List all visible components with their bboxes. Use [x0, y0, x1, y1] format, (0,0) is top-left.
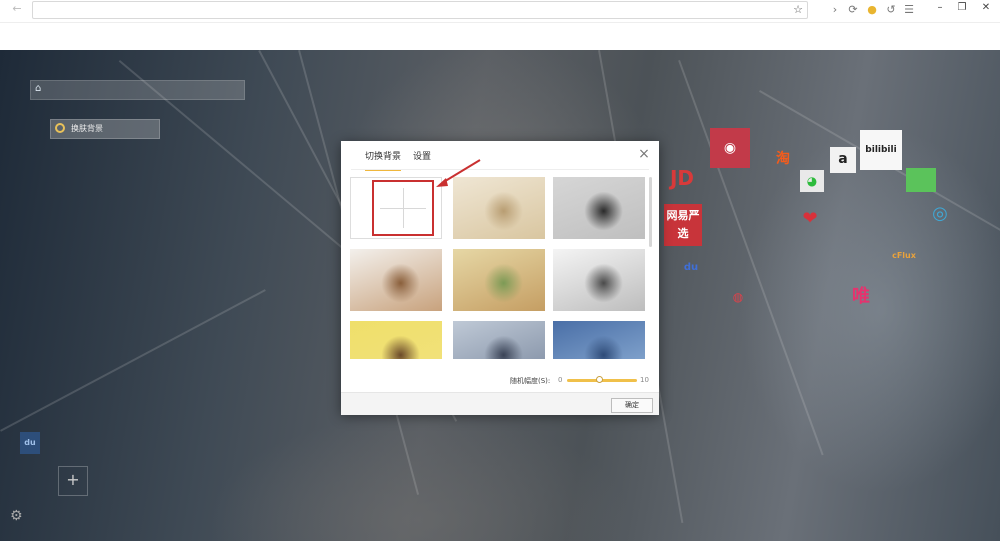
- switch-background-button[interactable]: 换肤背景: [50, 119, 160, 139]
- gear-icon[interactable]: ⚙: [10, 508, 28, 526]
- extension-icon[interactable]: ●: [865, 3, 879, 17]
- skin-icon: [55, 123, 65, 133]
- green-tile[interactable]: [906, 168, 936, 192]
- forward-icon[interactable]: ›: [828, 3, 842, 17]
- bilibili-tile[interactable]: bilibili: [860, 130, 902, 170]
- hair-strand: [0, 289, 266, 432]
- bookmark-bar: [0, 22, 1000, 52]
- random-range-label: 随机幅度(S):: [510, 377, 551, 385]
- add-custom-background-icon[interactable]: [372, 180, 434, 236]
- wechat-tile[interactable]: ◕: [800, 170, 824, 192]
- scrollbar[interactable]: [649, 177, 652, 247]
- tab-divider: [351, 169, 649, 170]
- random-range-slider[interactable]: [567, 376, 637, 383]
- home-icon: ⌂: [35, 83, 42, 94]
- baidu-tile[interactable]: du: [680, 258, 702, 278]
- thumb-yellow-cartoon[interactable]: [350, 321, 442, 359]
- tab-settings[interactable]: 设置: [413, 149, 431, 167]
- ok-button[interactable]: 确定: [611, 398, 653, 413]
- thumb-beach-woman[interactable]: [453, 177, 545, 239]
- star-icon[interactable]: ☆: [793, 3, 803, 16]
- switch-background-label: 换肤背景: [71, 124, 103, 133]
- background-dialog: 切换背景 设置 × 随机幅度(S): 0 10 确定: [341, 141, 659, 415]
- minimize-button[interactable]: –: [930, 1, 950, 15]
- weibo-tile[interactable]: ◍: [726, 286, 750, 308]
- undo-icon[interactable]: ↺: [884, 3, 898, 17]
- add-shortcut-button[interactable]: +: [58, 466, 88, 496]
- thumb-anime-girl[interactable]: [453, 321, 545, 359]
- browser-toolbar: ← ☆ › ⟳ ● ↺ ☰ – ❐ ✕: [0, 0, 1000, 22]
- restore-button[interactable]: ❐: [952, 1, 972, 15]
- search-box[interactable]: ⌂: [30, 80, 245, 100]
- thumb-singer-mic[interactable]: [350, 249, 442, 311]
- netease-yanxuan-tile[interactable]: 网易严选: [664, 204, 702, 246]
- left-du-tile[interactable]: du: [20, 432, 40, 454]
- thumb-blonde-woman[interactable]: [453, 249, 545, 311]
- close-window-button[interactable]: ✕: [976, 1, 996, 15]
- slider-handle[interactable]: [595, 376, 603, 383]
- close-icon[interactable]: ×: [637, 147, 651, 161]
- jd-tile[interactable]: JD: [664, 164, 700, 192]
- vip-tile[interactable]: 唯: [842, 280, 880, 314]
- tab-switch-background[interactable]: 切换背景: [365, 149, 402, 171]
- address-bar[interactable]: ☆: [32, 1, 808, 19]
- ctrip-tile[interactable]: cFlux: [884, 246, 924, 266]
- thumb-anime-sketch[interactable]: [553, 249, 645, 311]
- background-thumbnail-grid: [350, 177, 648, 359]
- amazon-tile[interactable]: a: [830, 147, 856, 173]
- dialog-footer: 确定: [341, 392, 659, 415]
- thumb-sea-sky[interactable]: [553, 321, 645, 359]
- menu-icon[interactable]: ☰: [902, 3, 916, 17]
- plus-vertical: [403, 188, 404, 228]
- slider-max-label: 10: [640, 376, 649, 384]
- back-icon[interactable]: ←: [10, 2, 24, 16]
- tmall-tile[interactable]: ◉: [710, 128, 750, 168]
- custom-upload-thumb[interactable]: [350, 177, 442, 239]
- slider-min-label: 0: [558, 376, 563, 384]
- circle-tile[interactable]: ◎: [928, 202, 952, 226]
- lips-tile[interactable]: ❤: [790, 206, 830, 232]
- refresh-icon[interactable]: ⟳: [846, 3, 860, 17]
- taobao-tile[interactable]: 淘: [772, 148, 794, 170]
- thumb-man-suit[interactable]: [553, 177, 645, 239]
